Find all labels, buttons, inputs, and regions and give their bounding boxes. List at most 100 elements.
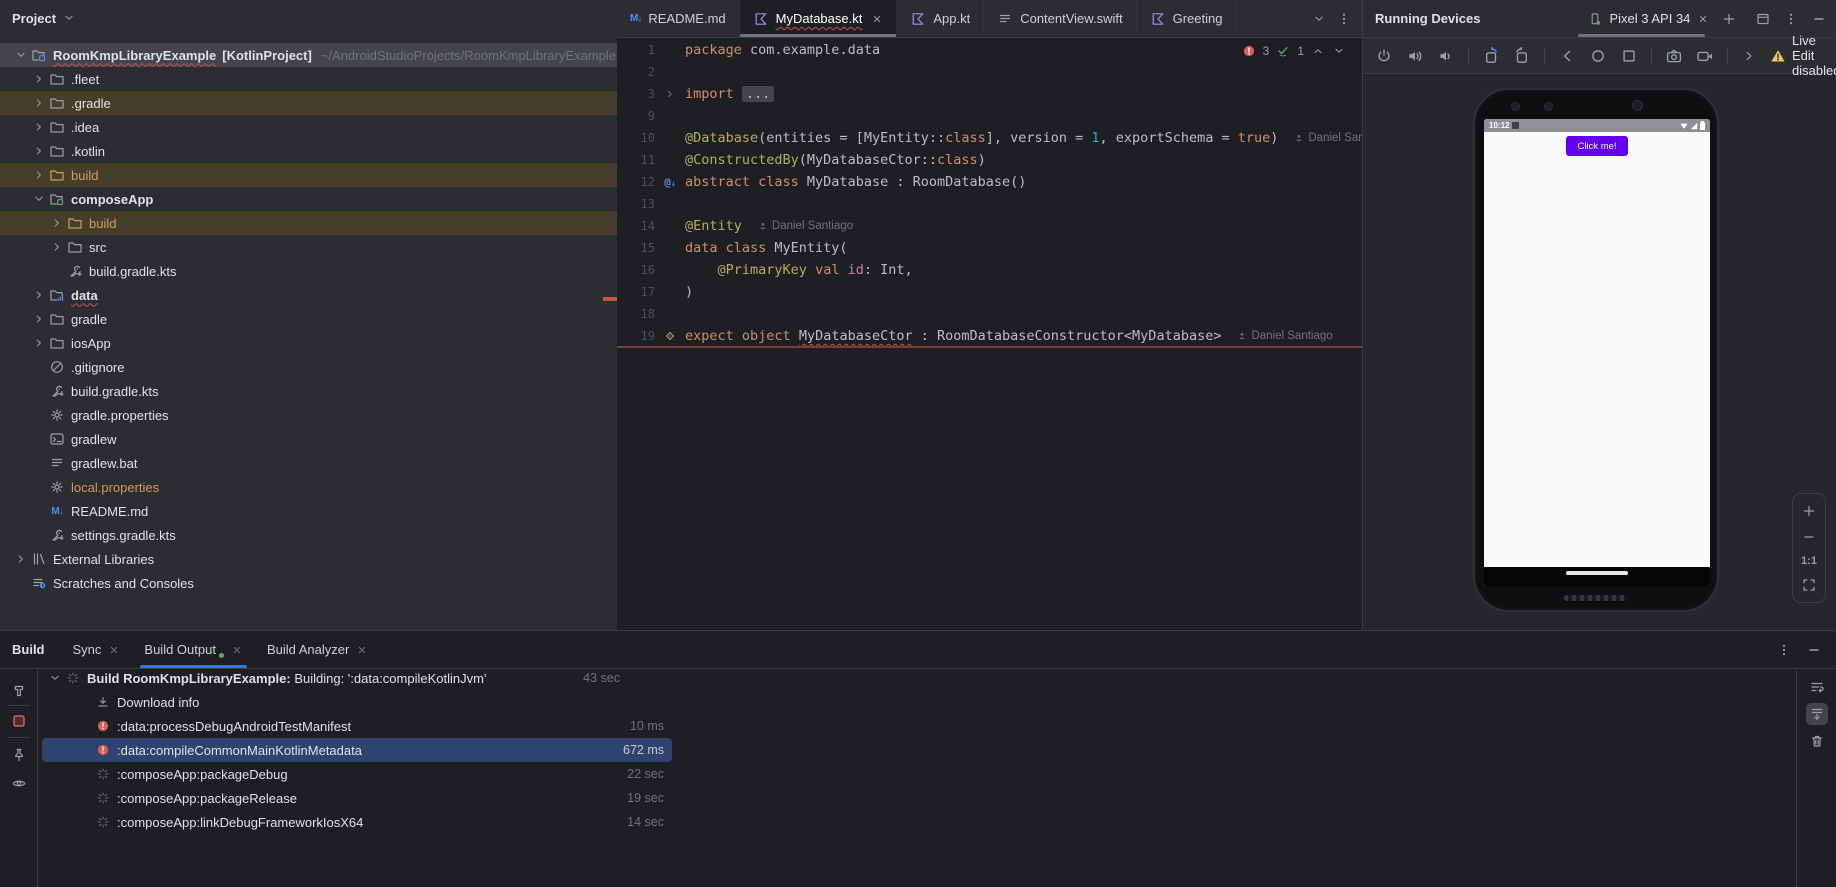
build-tab-build-output[interactable]: Build Output — [132, 631, 255, 668]
trash-icon[interactable] — [1809, 733, 1825, 749]
build-tree-row-6[interactable]: :composeApp:linkDebugFrameworkIosX64 14 s… — [42, 810, 672, 834]
phone-screen[interactable]: 10:12 Click me! — [1484, 119, 1710, 587]
build-tree-row-3[interactable]: :data:compileCommonMainKotlinMetadata 672… — [42, 738, 672, 762]
rotate-right-icon[interactable] — [1513, 46, 1531, 65]
editor-tab-contentview-swift[interactable]: ContentView.swift — [984, 0, 1137, 37]
chevron-right-icon[interactable] — [32, 144, 46, 158]
author-annotation[interactable]: Daniel Sar — [1294, 132, 1362, 144]
close-icon[interactable] — [1697, 13, 1709, 25]
code-line-3[interactable]: 3 import ... — [617, 83, 1362, 105]
chevron-down-icon[interactable] — [1332, 44, 1346, 58]
code-line-16[interactable]: 16 @PrimaryKey val id: Int, — [617, 259, 1362, 281]
tree-item-build-gradle-kts[interactable]: build.gradle.kts — [0, 379, 647, 403]
eye-icon[interactable] — [11, 775, 27, 791]
power-icon[interactable] — [1375, 47, 1393, 65]
at-icon[interactable]: @↓ — [664, 176, 675, 189]
project-panel-header[interactable]: Project — [0, 0, 629, 36]
chevron-right-icon[interactable] — [50, 240, 64, 254]
chevron-small-icon[interactable] — [1741, 48, 1757, 64]
scroll-end-icon[interactable] — [1805, 703, 1828, 725]
code-line-12[interactable]: 12 @↓ abstract class MyDatabase : RoomData… — [617, 171, 1362, 193]
chevron-down-icon[interactable] — [14, 48, 28, 62]
code-line-10[interactable]: 10 @Database (entities = [MyEntity:: class]… — [617, 127, 1363, 149]
minimize-icon[interactable] — [1811, 11, 1827, 27]
camera-icon[interactable] — [1665, 47, 1683, 65]
zoom-in-icon[interactable] — [1801, 503, 1817, 519]
tree-item-settings-gradle-kts[interactable]: settings.gradle.kts — [0, 523, 647, 547]
tree-item--kotlin[interactable]: .kotlin — [0, 139, 647, 163]
tree-item-data[interactable]: data — [0, 283, 647, 307]
build-tree-row-2[interactable]: :data:processDebugAndroidTestManifest 10 … — [42, 714, 672, 738]
editor-tab-app-kt[interactable]: App.kt — [897, 0, 985, 37]
tree-item-iosapp[interactable]: iosApp — [0, 331, 647, 355]
tree-item-gradlew-bat[interactable]: gradlew.bat — [0, 451, 647, 475]
author-annotation[interactable]: Daniel Santiago — [1237, 330, 1333, 342]
overview-icon[interactable] — [1620, 47, 1638, 65]
hammer-icon[interactable] — [11, 683, 27, 699]
code-line-17[interactable]: 17) — [617, 281, 1362, 303]
maximize-icon[interactable] — [1755, 11, 1771, 27]
fold-icon[interactable] — [664, 88, 676, 100]
tree-item-gradlew[interactable]: gradlew — [0, 427, 647, 451]
soft-wrap-icon[interactable] — [1809, 679, 1825, 695]
tree-item--gitignore[interactable]: .gitignore — [0, 355, 647, 379]
chevron-right-icon[interactable] — [32, 72, 46, 86]
fit-to-window-icon[interactable] — [1801, 577, 1817, 593]
build-tree-row-4[interactable]: :composeApp:packageDebug 22 sec — [42, 762, 672, 786]
code-line-18[interactable]: 18 — [617, 303, 1362, 325]
rotate-left-icon[interactable] — [1482, 46, 1500, 65]
tree-item-roomkmplibraryexample[interactable]: RoomKmpLibraryExample [KotlinProject] ~/An… — [0, 43, 629, 67]
tree-item-src[interactable]: src — [0, 235, 665, 259]
home-pill[interactable] — [1566, 571, 1628, 575]
chevron-right-icon[interactable] — [32, 312, 46, 326]
tree-item-readme-md[interactable]: M↓ README.md — [0, 499, 647, 523]
tree-item--fleet[interactable]: .fleet — [0, 67, 647, 91]
close-icon[interactable] — [231, 644, 243, 656]
code-line-2[interactable]: 2 — [617, 61, 1362, 83]
chevron-right-icon[interactable] — [32, 120, 46, 134]
code-line-13[interactable]: 13 — [617, 193, 1362, 215]
close-icon[interactable] — [871, 13, 883, 25]
build-tab-build-analyzer[interactable]: Build Analyzer — [255, 631, 380, 668]
live-edit-status[interactable]: Live Edit disabled — [1770, 33, 1836, 78]
chevron-right-icon[interactable] — [14, 552, 28, 566]
author-annotation[interactable]: Daniel Santiago — [758, 220, 853, 232]
click-me-button[interactable]: Click me! — [1566, 136, 1628, 156]
tree-item-build[interactable]: build — [0, 163, 647, 187]
zoom-out-icon[interactable] — [1801, 529, 1817, 545]
chevron-up-icon[interactable] — [1311, 44, 1325, 58]
kebab-menu-icon[interactable] — [1783, 11, 1799, 27]
editor-tab-readme-md[interactable]: M↓ README.md — [617, 0, 740, 37]
code-line-11[interactable]: 11 @ConstructedBy (MyDatabaseCtor:: class) — [617, 149, 1362, 171]
volume-down-icon[interactable] — [1437, 47, 1455, 65]
device-tab-pixel3[interactable]: Pixel 3 API 34 — [1578, 0, 1713, 37]
tree-item-composeapp[interactable]: composeApp — [0, 187, 647, 211]
code-line-9[interactable]: 9 — [617, 105, 1362, 127]
inspections-widget[interactable]: 3 1 — [1237, 42, 1350, 60]
tree-item-gradle-properties[interactable]: gradle.properties — [0, 403, 647, 427]
close-icon[interactable] — [356, 644, 368, 656]
chevron-right-icon[interactable] — [50, 216, 64, 230]
tree-item-build[interactable]: build — [0, 211, 665, 235]
back-icon[interactable] — [1558, 47, 1576, 65]
chevron-right-icon[interactable] — [32, 168, 46, 182]
editor-tab-greeting[interactable]: Greeting — [1137, 0, 1237, 37]
tree-item-build-gradle-kts[interactable]: build.gradle.kts — [0, 259, 665, 283]
chevron-right-icon[interactable] — [32, 96, 46, 110]
volume-up-icon[interactable] — [1406, 47, 1424, 65]
stop-icon[interactable] — [11, 713, 27, 729]
pin-icon[interactable] — [11, 747, 27, 763]
tree-item-scratches-and-consoles[interactable]: Scratches and Consoles — [0, 571, 629, 595]
tree-item-external-libraries[interactable]: External Libraries — [0, 547, 629, 571]
tree-item-gradle[interactable]: gradle — [0, 307, 647, 331]
add-device-icon[interactable] — [1721, 11, 1737, 27]
expect-icon[interactable] — [663, 329, 677, 343]
chevron-down-icon[interactable] — [48, 671, 62, 685]
editor-tab-mydatabase-kt[interactable]: MyDatabase.kt — [739, 0, 898, 37]
build-tab-sync[interactable]: Sync — [61, 631, 133, 668]
chevron-down-icon[interactable] — [1312, 12, 1326, 26]
tree-item-local-properties[interactable]: local.properties — [0, 475, 647, 499]
zoom-one-to-one[interactable]: 1:1 — [1801, 555, 1817, 567]
build-tree-row-5[interactable]: :composeApp:packageRelease 19 sec — [42, 786, 672, 810]
kebab-menu-icon[interactable] — [1776, 642, 1792, 658]
